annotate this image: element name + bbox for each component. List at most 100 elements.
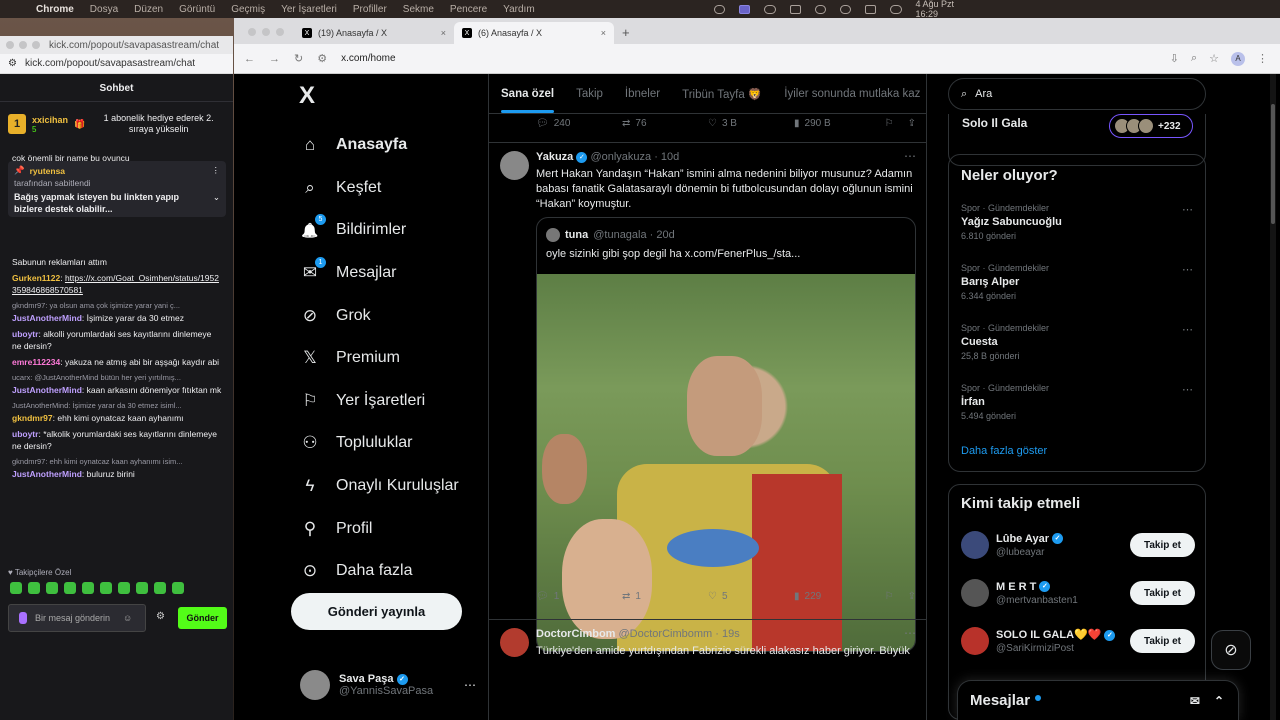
nav-more[interactable]: ⊙ Daha fazla bbox=[300, 550, 459, 593]
chat-username[interactable]: Gurken1122 bbox=[12, 273, 60, 283]
emote-icon[interactable] bbox=[100, 582, 112, 594]
follow-button[interactable]: Takip et bbox=[1130, 581, 1195, 605]
follow-suggestion[interactable]: M E R T ✓ @mertvanbasten1 Takip et bbox=[961, 575, 1195, 611]
tab-list-1[interactable]: İbneler bbox=[625, 88, 660, 100]
tab-list-2[interactable]: Tribün Tayfa 🦁 bbox=[682, 87, 762, 101]
tab-list-3[interactable]: İyiler sonunda mutlaka kaz bbox=[784, 88, 920, 100]
views-button[interactable]: ▮ 290 B bbox=[794, 118, 874, 129]
browser-tab-active[interactable]: X (6) Anasayfa / X × bbox=[454, 22, 614, 44]
share-icon[interactable]: ⇪ bbox=[908, 591, 916, 602]
reply-button[interactable]: 💬︎ 240 bbox=[536, 118, 622, 129]
x-logo-icon[interactable]: X bbox=[299, 82, 315, 110]
screen-mirror-icon[interactable] bbox=[739, 4, 751, 14]
emote-icon[interactable] bbox=[46, 582, 58, 594]
chat-url-bar[interactable]: ⚙ kick.com/popout/savapasastream/chat bbox=[0, 54, 233, 74]
bookmark-icon[interactable]: ⚐ bbox=[885, 118, 894, 129]
trend-item[interactable]: Spor · Gündemdekiler Cuesta 25,8 B gönde… bbox=[961, 323, 1193, 361]
account-switcher[interactable]: Sava Paşa ✓ @YannisSavaPasa ⋯ bbox=[300, 670, 476, 700]
nav-bookmarks[interactable]: ⚐ Yer İşaretleri bbox=[300, 380, 459, 423]
new-tab-button[interactable]: + bbox=[614, 25, 638, 44]
emote-icon[interactable] bbox=[136, 582, 148, 594]
avatar[interactable] bbox=[961, 579, 989, 607]
close-window-button[interactable] bbox=[6, 41, 14, 49]
reload-icon[interactable]: ↻ bbox=[294, 52, 303, 65]
emote-icon[interactable] bbox=[28, 582, 40, 594]
chat-username[interactable]: JustAnotherMind bbox=[12, 469, 82, 479]
chat-settings-icon[interactable]: ⚙ bbox=[156, 611, 165, 622]
tweet-author-name[interactable]: DoctorCimbom bbox=[536, 628, 615, 640]
nav-messages[interactable]: ✉ 1 Mesajlar bbox=[300, 252, 459, 295]
profile-avatar[interactable]: A bbox=[1231, 51, 1245, 66]
tweet-author-handle[interactable]: @DoctorCimbomm · 19s bbox=[619, 628, 740, 640]
more-options-icon[interactable]: ⋯ bbox=[904, 626, 916, 640]
follow-button[interactable]: Takip et bbox=[1130, 533, 1195, 557]
chat-username[interactable]: JustAnotherMind bbox=[12, 385, 82, 395]
avatar[interactable] bbox=[500, 151, 529, 180]
menu-bookmarks[interactable]: Yer İşaretleri bbox=[281, 4, 337, 15]
more-options-icon[interactable]: ⋯ bbox=[1182, 263, 1193, 276]
back-icon[interactable]: ← bbox=[244, 53, 255, 65]
zoom-window-button[interactable] bbox=[276, 28, 284, 36]
emote-icon[interactable] bbox=[118, 582, 130, 594]
menu-help[interactable]: Yardım bbox=[503, 4, 535, 15]
nav-verified-orgs[interactable]: ϟ Onaylı Kuruluşlar bbox=[300, 465, 459, 508]
avatar[interactable] bbox=[500, 628, 529, 657]
menu-history[interactable]: Geçmiş bbox=[231, 4, 265, 15]
nav-grok[interactable]: ⊘ Grok bbox=[300, 294, 459, 337]
post-button[interactable]: Gönderi yayınla bbox=[291, 593, 462, 630]
tweet[interactable]: DoctorCimbom @DoctorCimbomm · 19s ⋯ Türk… bbox=[489, 619, 926, 720]
avatar[interactable] bbox=[961, 531, 989, 559]
follow-suggestion[interactable]: SOLO IL GALA💛❤️ ✓ @SariKirmiziPost Takip… bbox=[961, 623, 1195, 659]
emote-icon[interactable] bbox=[64, 582, 76, 594]
more-options-icon[interactable]: ⋯ bbox=[1182, 323, 1193, 336]
zoom-icon[interactable]: ⌕ bbox=[1191, 52, 1197, 65]
share-icon[interactable]: ⇪ bbox=[908, 118, 916, 129]
tweet-author-handle[interactable]: @onlyakuza · 10d bbox=[590, 151, 679, 163]
trend-item[interactable]: Spor · Gündemdekiler İrfan 5.494 gönderi… bbox=[961, 383, 1193, 421]
follow-suggestion[interactable]: Lûbe Ayar ✓ @lubeayar Takip et bbox=[961, 527, 1195, 563]
chat-username[interactable]: uboytr bbox=[12, 429, 38, 439]
emoji-icon[interactable]: ☺ bbox=[123, 613, 132, 623]
gift-leaderboard-banner[interactable]: 1 xxicihan 5 🎁 1 abonelik hediye ederek … bbox=[8, 106, 226, 142]
browser-tab[interactable]: X (19) Anasayfa / X × bbox=[294, 22, 454, 44]
follow-button[interactable]: Takip et bbox=[1130, 629, 1195, 653]
tab-following[interactable]: Takip bbox=[576, 88, 603, 100]
tweet[interactable]: Yakuza ✓ @onlyakuza · 10d ⋯ Mert Hakan Y… bbox=[489, 142, 926, 652]
avatar[interactable] bbox=[961, 627, 989, 655]
repost-button[interactable]: ⇄ 76 bbox=[622, 118, 708, 129]
scrollbar-thumb[interactable] bbox=[1271, 104, 1275, 224]
emote-icon[interactable] bbox=[154, 582, 166, 594]
trend-item[interactable]: Spor · Gündemdekiler Yağız Sabuncuoğlu 6… bbox=[961, 203, 1193, 241]
emote-icon[interactable] bbox=[10, 582, 22, 594]
focus-icon[interactable] bbox=[764, 4, 776, 14]
minimize-window-button[interactable] bbox=[262, 28, 270, 36]
minimize-window-button[interactable] bbox=[19, 41, 27, 49]
creative-cloud-icon[interactable] bbox=[714, 4, 726, 14]
nav-premium[interactable]: 𝕏 Premium bbox=[300, 337, 459, 380]
send-button[interactable]: Gönder bbox=[178, 607, 227, 629]
site-settings-icon[interactable]: ⚙ bbox=[8, 58, 17, 69]
pinned-options-icon[interactable]: ⋮ bbox=[212, 165, 221, 176]
repost-button[interactable]: ⇄ 1 bbox=[622, 591, 708, 602]
grok-floating-button[interactable]: ⊘ bbox=[1211, 630, 1251, 670]
menu-file[interactable]: Dosya bbox=[90, 4, 118, 15]
messages-drawer[interactable]: Mesajlar ✉ ⌃ bbox=[957, 680, 1239, 720]
nav-communities[interactable]: ⚇ Topluluklar bbox=[300, 422, 459, 465]
more-options-icon[interactable]: ⋯ bbox=[1182, 383, 1193, 396]
expand-icon[interactable]: ⌃ bbox=[1214, 694, 1224, 708]
nav-profile[interactable]: ⚲ Profil bbox=[300, 507, 459, 550]
nav-explore[interactable]: ⌕ Keşfet bbox=[300, 167, 459, 210]
close-window-button[interactable] bbox=[248, 28, 256, 36]
microphone-icon[interactable] bbox=[19, 612, 27, 624]
forward-icon[interactable]: → bbox=[269, 53, 280, 65]
menu-view[interactable]: Görüntü bbox=[179, 4, 215, 15]
address-bar[interactable]: x.com/home bbox=[341, 53, 395, 64]
emote-icon[interactable] bbox=[82, 582, 94, 594]
search-input[interactable]: ⌕ Ara bbox=[948, 78, 1206, 110]
more-options-icon[interactable]: ⋯ bbox=[1182, 203, 1193, 216]
menu-app-name[interactable]: Chrome bbox=[36, 4, 74, 15]
menubar-clock[interactable]: 4 Ağu Pzt 16:29 bbox=[916, 0, 974, 19]
wifi-icon[interactable] bbox=[814, 4, 826, 14]
chevron-down-icon[interactable]: ⌄ bbox=[213, 192, 220, 215]
chat-username[interactable]: gkndmr97 bbox=[12, 413, 53, 423]
